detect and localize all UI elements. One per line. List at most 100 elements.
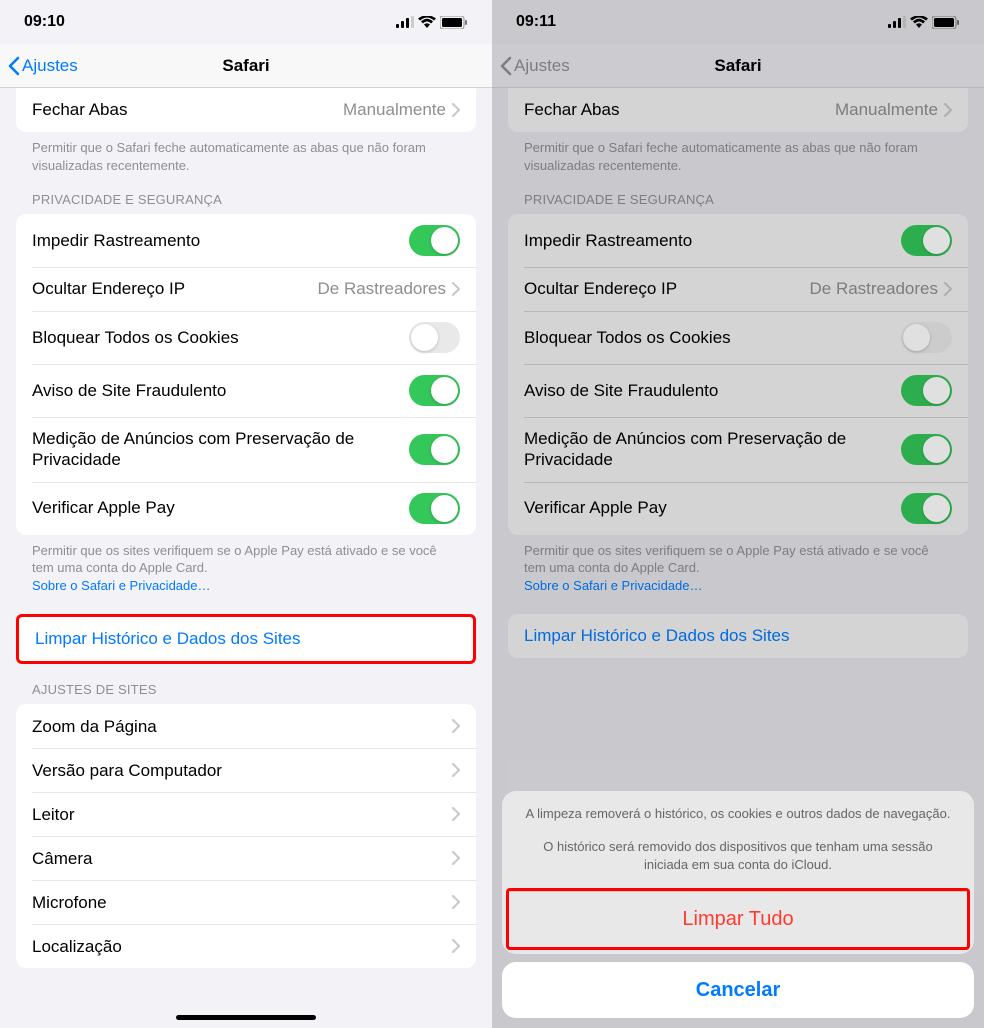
fraud-warning-switch[interactable] <box>409 375 460 406</box>
nav-bar: Ajustes Safari <box>492 44 984 88</box>
close-tabs-label: Fechar Abas <box>32 99 343 120</box>
clear-history-label: Limpar Histórico e Dados dos Sites <box>35 629 301 649</box>
fraud-warning-cell: Aviso de Site Fraudulento <box>508 364 968 417</box>
block-cookies-cell[interactable]: Bloquear Todos os Cookies <box>16 311 476 364</box>
hide-ip-label: Ocultar Endereço IP <box>32 278 317 299</box>
verify-apple-pay-switch[interactable] <box>409 493 460 524</box>
clear-all-highlight: Limpar Tudo <box>506 888 970 950</box>
apple-pay-footer: Permitir que os sites verifiquem se o Ap… <box>492 535 984 595</box>
prevent-tracking-label: Impedir Rastreamento <box>524 230 901 251</box>
close-tabs-value: Manualmente <box>835 100 938 120</box>
clear-all-label: Limpar Tudo <box>682 908 793 931</box>
cancel-button[interactable]: Cancelar <box>502 962 974 1018</box>
close-tabs-value: Manualmente <box>343 100 446 120</box>
chevron-right-icon <box>944 282 952 296</box>
fraud-warning-label: Aviso de Site Fraudulento <box>524 380 901 401</box>
block-cookies-switch <box>901 322 952 353</box>
nav-title: Safari <box>714 56 761 76</box>
hide-ip-value: De Rastreadores <box>317 279 446 299</box>
close-tabs-cell[interactable]: Fechar Abas Manualmente <box>16 88 476 132</box>
privacy-header: PRIVACIDADE E SEGURANÇA <box>492 174 984 214</box>
privacy-link[interactable]: Sobre o Safari e Privacidade… <box>32 578 210 593</box>
cancel-label: Cancelar <box>696 979 781 1002</box>
clear-history-button[interactable]: Limpar Histórico e Dados dos Sites <box>19 617 473 661</box>
status-time: 09:11 <box>516 13 556 31</box>
verify-apple-pay-label: Verificar Apple Pay <box>524 497 901 518</box>
ad-measurement-cell[interactable]: Medição de Anúncios com Preservação de P… <box>16 417 476 482</box>
status-indicators <box>888 16 960 29</box>
reader-cell[interactable]: Leitor <box>16 792 476 836</box>
nav-title: Safari <box>222 56 269 76</box>
sites-group: Zoom da Página Versão para Computador Le… <box>16 704 476 968</box>
hide-ip-cell: Ocultar Endereço IP De Rastreadores <box>508 267 968 311</box>
privacy-header: PRIVACIDADE E SEGURANÇA <box>0 174 492 214</box>
status-bar: 09:10 <box>0 0 492 44</box>
chevron-left-icon <box>500 56 512 76</box>
location-cell[interactable]: Localização <box>16 924 476 968</box>
status-time: 09:10 <box>24 13 65 31</box>
close-tabs-group: Fechar Abas Manualmente <box>16 88 476 132</box>
microphone-label: Microfone <box>32 892 452 913</box>
page-zoom-cell[interactable]: Zoom da Página <box>16 704 476 748</box>
close-tabs-cell: Fechar Abas Manualmente <box>508 88 968 132</box>
block-cookies-label: Bloquear Todos os Cookies <box>524 327 901 348</box>
block-cookies-switch[interactable] <box>409 322 460 353</box>
reader-label: Leitor <box>32 804 452 825</box>
back-button[interactable]: Ajustes <box>0 56 78 76</box>
privacy-link: Sobre o Safari e Privacidade… <box>524 578 702 593</box>
verify-apple-pay-cell[interactable]: Verificar Apple Pay <box>16 482 476 535</box>
settings-content: Fechar Abas Manualmente Permitir que o S… <box>492 88 984 698</box>
prevent-tracking-switch[interactable] <box>409 225 460 256</box>
hide-ip-label: Ocultar Endereço IP <box>524 278 809 299</box>
fraud-warning-switch <box>901 375 952 406</box>
cellular-icon <box>888 16 906 28</box>
apple-pay-footer: Permitir que os sites verifiquem se o Ap… <box>0 535 492 595</box>
back-label: Ajustes <box>514 56 570 76</box>
action-sheet-message-1: A limpeza removerá o histórico, os cooki… <box>502 791 974 837</box>
clear-all-button[interactable]: Limpar Tudo <box>509 891 967 947</box>
camera-label: Câmera <box>32 848 452 869</box>
chevron-right-icon <box>452 851 460 865</box>
page-zoom-label: Zoom da Página <box>32 716 452 737</box>
chevron-right-icon <box>452 719 460 733</box>
hide-ip-cell[interactable]: Ocultar Endereço IP De Rastreadores <box>16 267 476 311</box>
camera-cell[interactable]: Câmera <box>16 836 476 880</box>
nav-bar: Ajustes Safari <box>0 44 492 88</box>
chevron-right-icon <box>452 895 460 909</box>
settings-content: Fechar Abas Manualmente Permitir que o S… <box>0 88 492 1008</box>
desktop-version-label: Versão para Computador <box>32 760 452 781</box>
ad-measurement-cell: Medição de Anúncios com Preservação de P… <box>508 417 968 482</box>
ad-measurement-switch[interactable] <box>409 434 460 465</box>
wifi-icon <box>418 16 436 28</box>
microphone-cell[interactable]: Microfone <box>16 880 476 924</box>
sites-header: AJUSTES DE SITES <box>0 664 492 704</box>
chevron-right-icon <box>452 939 460 953</box>
status-bar: 09:11 <box>492 0 984 44</box>
fraud-warning-cell[interactable]: Aviso de Site Fraudulento <box>16 364 476 417</box>
wifi-icon <box>910 16 928 28</box>
chevron-right-icon <box>452 807 460 821</box>
block-cookies-label: Bloquear Todos os Cookies <box>32 327 409 348</box>
close-tabs-footer: Permitir que o Safari feche automaticame… <box>0 132 492 174</box>
close-tabs-label: Fechar Abas <box>524 99 835 120</box>
close-tabs-group: Fechar Abas Manualmente <box>508 88 968 132</box>
action-sheet-group: A limpeza removerá o histórico, os cooki… <box>502 791 974 954</box>
fraud-warning-label: Aviso de Site Fraudulento <box>32 380 409 401</box>
prevent-tracking-cell[interactable]: Impedir Rastreamento <box>16 214 476 267</box>
clear-history-button: Limpar Histórico e Dados dos Sites <box>508 614 968 658</box>
clear-history-group: Limpar Histórico e Dados dos Sites <box>16 614 476 664</box>
action-sheet: A limpeza removerá o histórico, os cooki… <box>502 791 974 1018</box>
privacy-group: Impedir Rastreamento Ocultar Endereço IP… <box>508 214 968 535</box>
status-indicators <box>396 16 468 29</box>
prevent-tracking-label: Impedir Rastreamento <box>32 230 409 251</box>
cellular-icon <box>396 16 414 28</box>
location-label: Localização <box>32 936 452 957</box>
phone-screen-right: 09:11 Ajustes Safari Fechar Abas Manualm… <box>492 0 984 1028</box>
clear-history-label: Limpar Histórico e Dados dos Sites <box>524 626 790 646</box>
chevron-right-icon <box>944 103 952 117</box>
back-label: Ajustes <box>22 56 78 76</box>
battery-icon <box>440 16 468 29</box>
desktop-version-cell[interactable]: Versão para Computador <box>16 748 476 792</box>
home-indicator[interactable] <box>176 1015 316 1020</box>
prevent-tracking-cell: Impedir Rastreamento <box>508 214 968 267</box>
